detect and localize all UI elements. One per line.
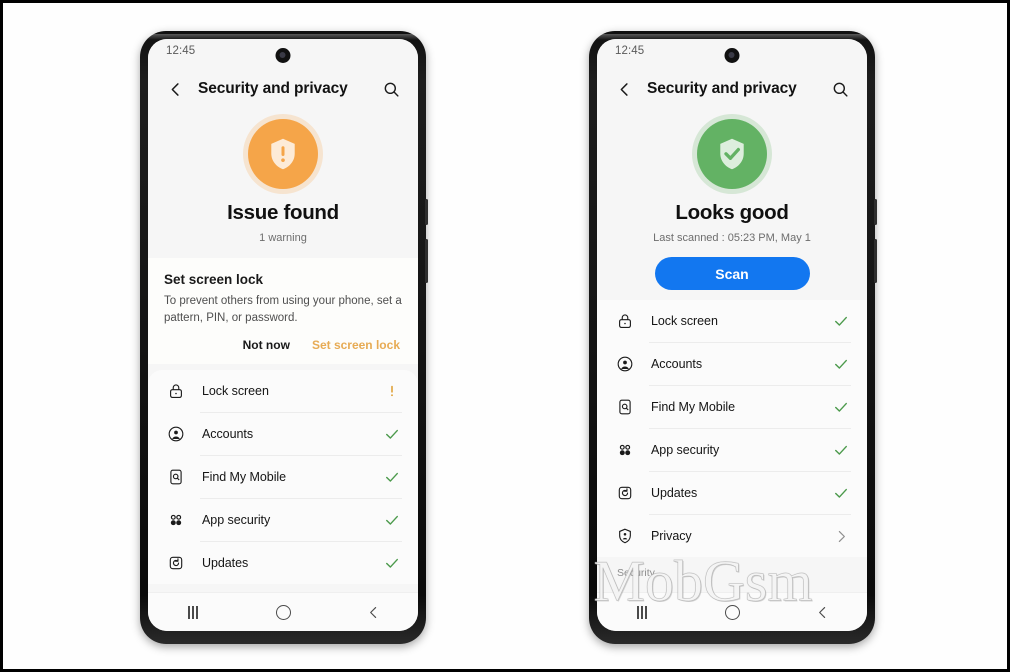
privacy-icon — [615, 526, 635, 546]
status-time: 12:45 — [615, 45, 645, 57]
status-check-icon — [382, 510, 402, 530]
status-bar: 12:45 — [148, 39, 418, 65]
list-item[interactable]: Privacy — [597, 515, 867, 557]
section-label: Security — [597, 557, 867, 583]
status-check-icon — [831, 440, 851, 460]
account-icon — [166, 424, 186, 444]
list-item[interactable]: Updates — [148, 542, 418, 584]
volume-key[interactable] — [425, 199, 428, 225]
updates-icon — [166, 553, 186, 573]
list-item[interactable]: Updates — [597, 472, 867, 514]
phone-screen: 12:45 Security and privacy Issue found 1… — [148, 39, 418, 631]
volume-key[interactable] — [874, 199, 877, 225]
account-icon — [615, 354, 635, 374]
phone-looks-good: 12:45 Security and privacy Looks good La… — [589, 31, 877, 644]
find-my-mobile-icon — [615, 397, 635, 417]
status-check-icon — [831, 397, 851, 417]
back-icon[interactable] — [353, 600, 393, 624]
app-security-icon — [615, 440, 635, 460]
scan-button[interactable]: Scan — [654, 257, 810, 290]
list-item-label: App security — [651, 443, 720, 457]
app-bar: Security and privacy — [597, 65, 867, 113]
home-icon[interactable] — [263, 600, 303, 624]
status-warning-icon — [382, 381, 402, 401]
list-item-label: Privacy — [651, 529, 692, 543]
list-item[interactable]: App security — [148, 499, 418, 541]
comparison-stage: 12:45 Security and privacy Issue found 1… — [3, 3, 1007, 669]
status-check-icon — [831, 354, 851, 374]
phone-screen: 12:45 Security and privacy Looks good La… — [597, 39, 867, 631]
app-security-icon — [166, 510, 186, 530]
lock-icon — [166, 381, 186, 401]
shield-check-icon — [692, 114, 772, 194]
list-item-label: App security — [202, 513, 271, 528]
list-item[interactable]: Accounts — [597, 343, 867, 385]
chevron-right-icon — [831, 526, 851, 546]
card-body: To prevent others from using your phone,… — [164, 295, 402, 324]
card-actions: Not now Set screen lock — [164, 336, 402, 354]
list-item[interactable]: Lock screen — [597, 300, 867, 342]
front-camera-punch-hole — [724, 48, 740, 63]
list-item[interactable]: App security — [597, 429, 867, 471]
power-key[interactable] — [425, 239, 428, 283]
recents-icon[interactable] — [173, 600, 213, 624]
lock-icon — [615, 311, 635, 331]
chevron-left-icon[interactable] — [613, 78, 635, 100]
list-item-label: Lock screen — [202, 384, 269, 399]
security-settings-list: Lock screen Accounts Find My Mobile App … — [148, 370, 418, 585]
search-icon[interactable] — [829, 78, 851, 100]
hero-title: Looks good — [675, 201, 789, 224]
list-item-label: Accounts — [651, 357, 703, 371]
chevron-left-icon[interactable] — [164, 78, 186, 100]
phone-issue-found: 12:45 Security and privacy Issue found 1… — [140, 31, 428, 644]
find-my-mobile-icon — [166, 467, 186, 487]
page-title: Security and privacy — [647, 80, 797, 97]
list-item-label: Find My Mobile — [202, 470, 287, 485]
list-item-label: Updates — [651, 486, 698, 500]
list-item[interactable]: Find My Mobile — [597, 386, 867, 428]
list-item[interactable]: Accounts — [148, 413, 418, 455]
hero-subtitle: 1 warning — [259, 232, 307, 244]
list-item-label: Lock screen — [651, 314, 718, 328]
status-check-icon — [382, 467, 402, 487]
list-item-label: Accounts — [202, 427, 254, 442]
shield-exclamation-icon — [243, 114, 323, 194]
list-item-label: Updates — [202, 556, 249, 571]
app-bar: Security and privacy — [148, 65, 418, 113]
front-camera-punch-hole — [275, 48, 291, 63]
list-item-label: Find My Mobile — [651, 400, 736, 414]
status-time: 12:45 — [166, 45, 196, 57]
status-bar: 12:45 — [597, 39, 867, 65]
page-title: Security and privacy — [198, 80, 348, 97]
recents-icon[interactable] — [622, 600, 662, 624]
power-key[interactable] — [874, 239, 877, 283]
list-item[interactable]: Find My Mobile — [148, 456, 418, 498]
not-now-button[interactable]: Not now — [241, 336, 292, 354]
set-screen-lock-card: Set screen lock To prevent others from u… — [148, 258, 418, 365]
security-status-hero: Issue found 1 warning — [148, 113, 418, 254]
status-check-icon — [382, 424, 402, 444]
status-check-icon — [382, 553, 402, 573]
hero-title: Issue found — [227, 201, 339, 224]
system-navigation-bar — [148, 592, 418, 631]
home-icon[interactable] — [712, 600, 752, 624]
hero-subtitle: Last scanned : 05:23 PM, May 1 — [653, 232, 811, 244]
security-status-hero: Looks good Last scanned : 05:23 PM, May … — [597, 113, 867, 300]
updates-icon — [615, 483, 635, 503]
system-navigation-bar — [597, 592, 867, 631]
security-settings-list: Lock screen Accounts Find My Mobile App … — [597, 300, 867, 557]
list-item[interactable]: Lock screen — [148, 370, 418, 412]
status-check-icon — [831, 483, 851, 503]
card-title: Set screen lock — [164, 272, 264, 287]
set-screen-lock-button[interactable]: Set screen lock — [310, 336, 402, 354]
search-icon[interactable] — [380, 78, 402, 100]
status-check-icon — [831, 311, 851, 331]
back-icon[interactable] — [802, 600, 842, 624]
